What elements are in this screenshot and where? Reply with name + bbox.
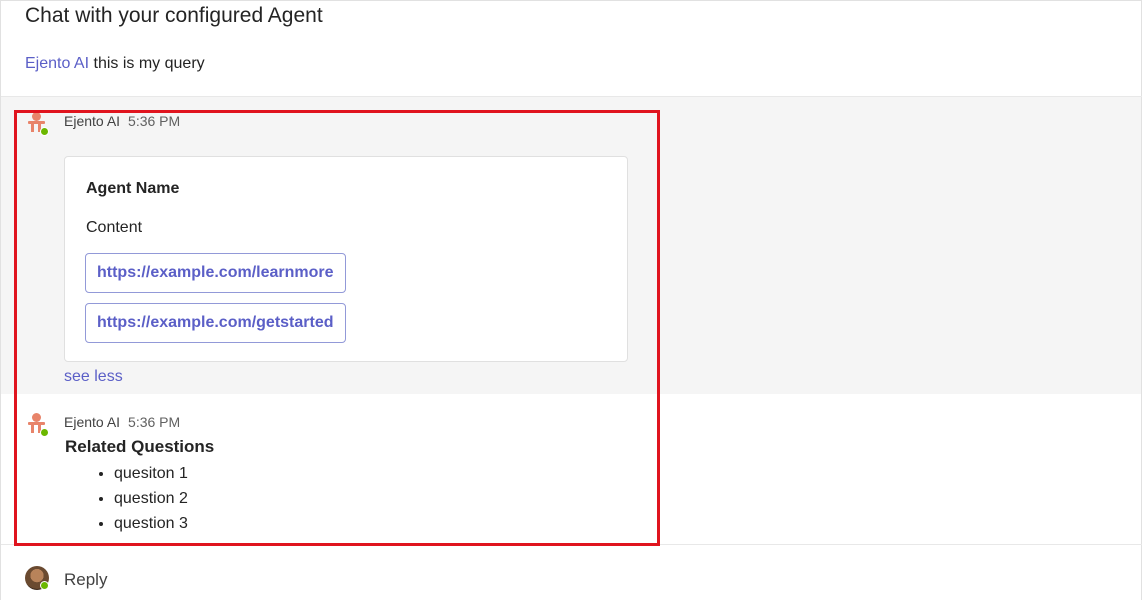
agent-mention[interactable]: Ejento AI <box>25 55 89 72</box>
sender-name: Ejento AI <box>64 113 121 129</box>
message-time: 5:36 PM <box>128 113 181 129</box>
adaptive-card: Agent Name Content https://example.com/l… <box>64 156 628 362</box>
sender-name: Ejento AI <box>64 414 121 430</box>
message-sender: Ejento AI 5:36 PM <box>64 414 180 430</box>
presence-available-icon <box>40 127 49 136</box>
user-avatar[interactable] <box>25 566 49 590</box>
presence-available-icon <box>40 428 49 437</box>
presence-available-icon <box>40 581 49 590</box>
list-item: question 3 <box>114 511 188 536</box>
related-questions-list: quesiton 1 question 2 question 3 <box>64 461 188 536</box>
bot-avatar-icon[interactable] <box>28 413 50 437</box>
page-title: Chat with your configured Agent <box>25 4 323 27</box>
user-query: Ejento AI this is my query <box>25 55 205 73</box>
list-item: question 2 <box>114 486 188 511</box>
query-text: this is my query <box>93 55 205 72</box>
learn-more-link-button[interactable]: https://example.com/learnmore <box>85 253 346 293</box>
message-time: 5:36 PM <box>128 414 181 430</box>
reply-button[interactable]: Reply <box>64 570 107 590</box>
list-item: quesiton 1 <box>114 461 188 486</box>
bot-avatar-icon[interactable] <box>28 112 50 136</box>
related-questions-title: Related Questions <box>65 437 215 456</box>
get-started-link-button[interactable]: https://example.com/getstarted <box>85 303 346 343</box>
message-sender: Ejento AI 5:36 PM <box>64 113 180 129</box>
card-title: Agent Name <box>86 180 180 197</box>
see-less-link[interactable]: see less <box>64 368 123 386</box>
card-content: Content <box>86 219 143 236</box>
divider <box>1 544 1142 545</box>
